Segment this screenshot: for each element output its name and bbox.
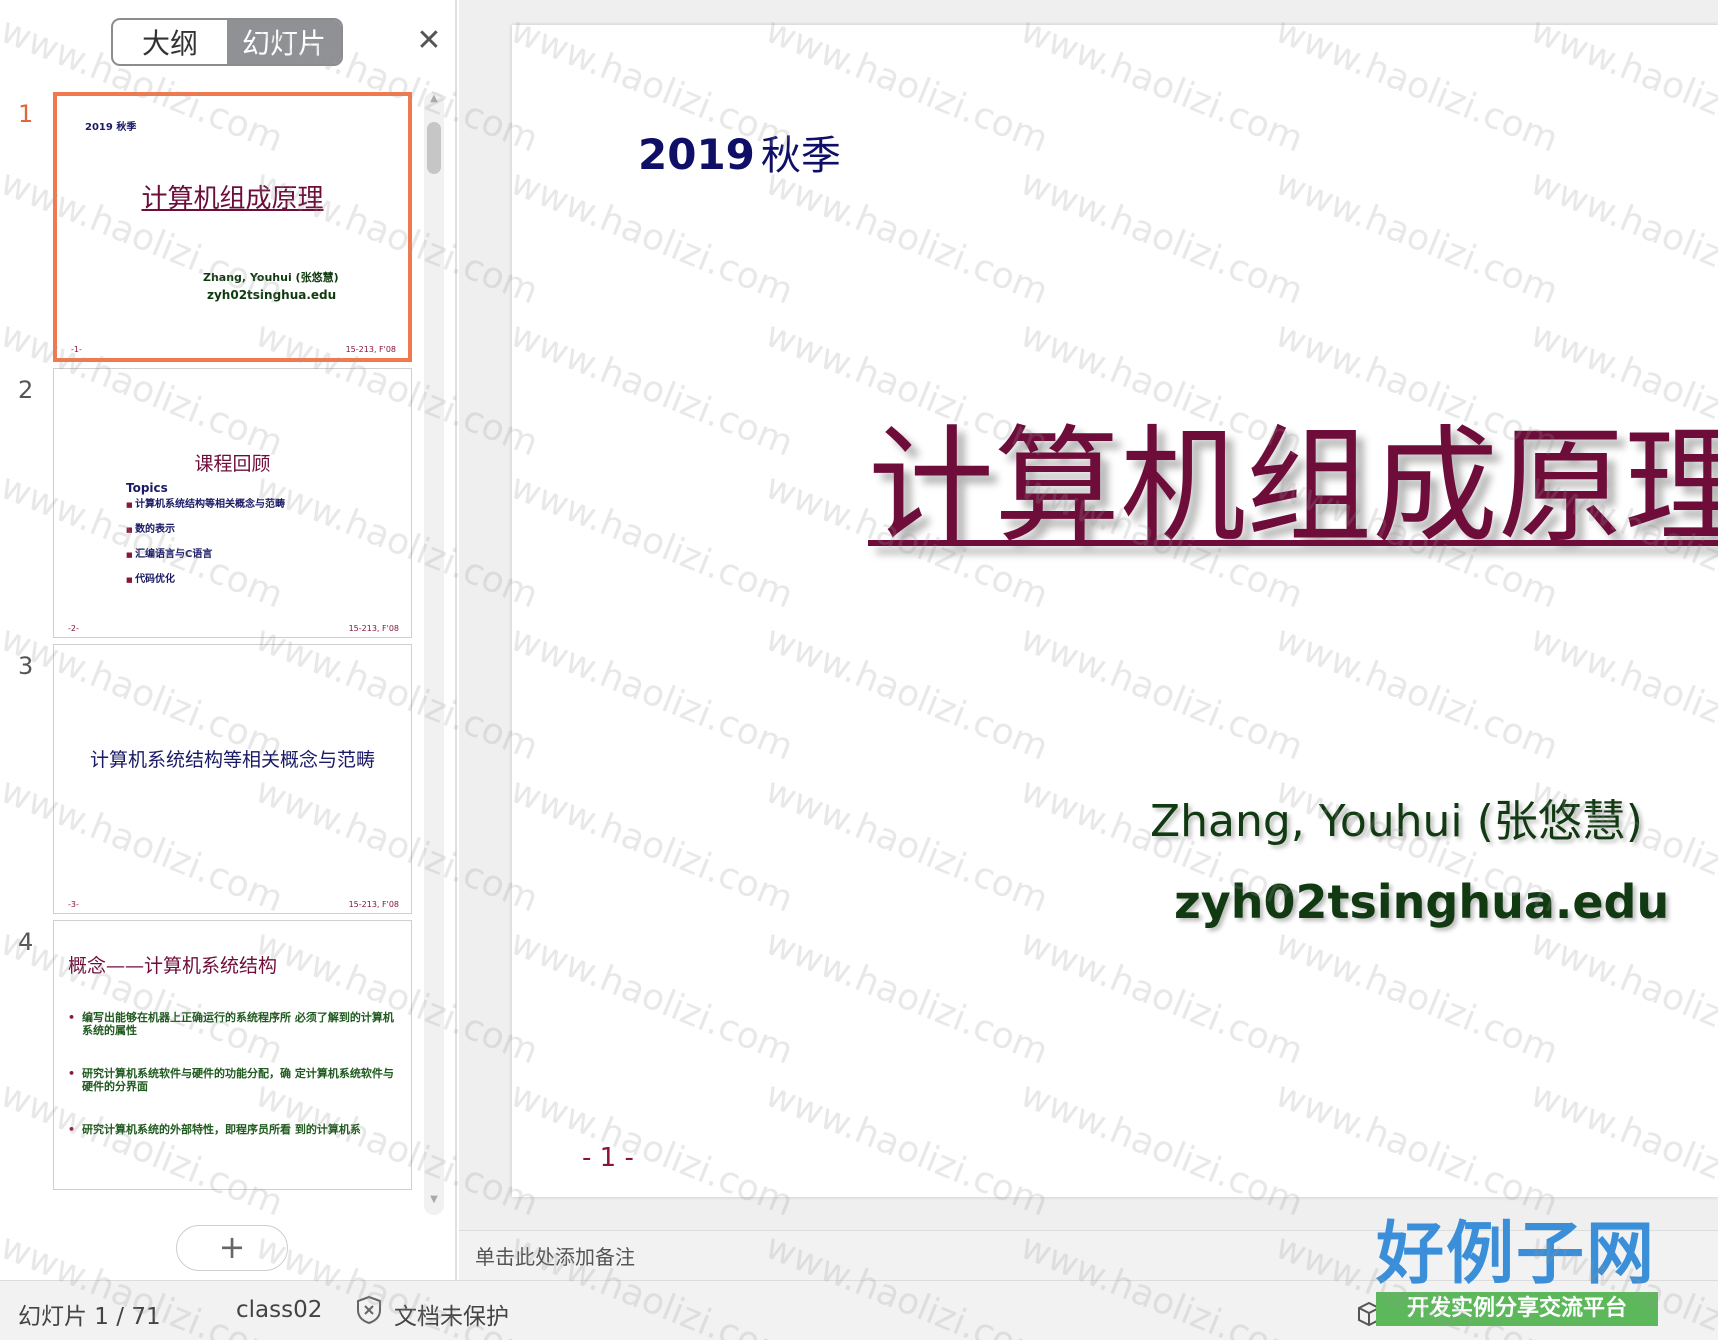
- thumb-email: zyh02tsinghua.edu: [207, 288, 337, 302]
- thumb-footer-page: -2-: [68, 624, 79, 633]
- thumb-title: 概念——计算机系统结构: [68, 955, 278, 977]
- thumbnail-number: 3: [18, 652, 34, 680]
- thumb-bullet-list: 编写出能够在机器上正确运行的系统程序所 必须了解到的计算机系统的属性 研究计算机…: [68, 1011, 397, 1179]
- document-name: class02: [236, 1297, 323, 1323]
- thumb-title: 计算机组成原理: [141, 184, 324, 214]
- thumb-topic-list: 计算机系统结构等相关概念与范畴 数的表示 汇编语言与C语言 代码优化: [126, 495, 285, 595]
- slide-thumbnail-3[interactable]: 计算机系统结构等相关概念与范畴 -3- 15-213, F'08: [53, 644, 412, 914]
- thumbnail-number: 2: [18, 376, 34, 404]
- slide-email: zyh02tsinghua.edu: [1174, 875, 1670, 929]
- thumbnail-row-2: 2 课程回顾 Topics 计算机系统结构等相关概念与范畴 数的表示 汇编语言与…: [0, 368, 420, 640]
- list-item: 数的表示: [126, 520, 285, 545]
- thumbnail-number: 4: [18, 928, 34, 956]
- list-item: 代码优化: [126, 570, 285, 595]
- slide-author: Zhang, Youhui (张悠慧): [1150, 796, 1643, 847]
- list-item: 研究计算机系统的外部特性，即程序员所看 到的计算机系: [68, 1123, 397, 1179]
- brand-logo: 好例子网 开发实例分享交流平台: [1376, 1218, 1666, 1326]
- list-item: 计算机系统结构等相关概念与范畴: [126, 495, 285, 520]
- scroll-up-arrow-icon[interactable]: ▲: [429, 94, 439, 104]
- thumbnail-list: 1 2019 秋季 计算机组成原理 Zhang, Youhui (张悠慧) zy…: [0, 92, 420, 1215]
- slide-year-number: 2019: [638, 130, 755, 179]
- thumbnail-scrollbar[interactable]: ▲ ▼: [424, 92, 444, 1215]
- slide-thumbnail-4[interactable]: 概念——计算机系统结构 编写出能够在机器上正确运行的系统程序所 必须了解到的计算…: [53, 920, 412, 1190]
- thumb-footer-course: 15-213, F'08: [345, 345, 396, 354]
- thumb-footer-course: 15-213, F'08: [348, 900, 399, 909]
- slide-thumbnail-2[interactable]: 课程回顾 Topics 计算机系统结构等相关概念与范畴 数的表示 汇编语言与C语…: [53, 368, 412, 638]
- thumb-author: Zhang, Youhui (张悠慧): [203, 271, 339, 284]
- list-item: 研究计算机系统软件与硬件的功能分配，确 定计算机系统软件与硬件的分界面: [68, 1067, 397, 1123]
- view-toggle: 大纲 幻灯片: [111, 18, 343, 66]
- tab-outline[interactable]: 大纲: [113, 20, 227, 64]
- brand-subtitle: 开发实例分享交流平台: [1376, 1292, 1658, 1326]
- thumb-topics-label: Topics: [126, 481, 168, 495]
- slide-counter: 幻灯片 1 / 71: [18, 1304, 161, 1330]
- slide-panel: 大纲 幻灯片 ✕ 1 2019 秋季 计算机组成原理 Zhang, Youhui…: [0, 0, 457, 1280]
- slide-editor: 2019 秋季 计算机组成原理 Zhang, Youhui (张悠慧) zyh02…: [459, 0, 1718, 1230]
- current-slide[interactable]: 2019 秋季 计算机组成原理 Zhang, Youhui (张悠慧) zyh02…: [512, 25, 1718, 1197]
- thumb-footer-page: -3-: [68, 900, 79, 909]
- shield-icon: [357, 1295, 381, 1325]
- slide-thumbnail-1[interactable]: 2019 秋季 计算机组成原理 Zhang, Youhui (张悠慧) zyh0…: [53, 92, 412, 362]
- notes-input[interactable]: 单击此处添加备注: [475, 1241, 635, 1270]
- list-item: 编写出能够在机器上正确运行的系统程序所 必须了解到的计算机系统的属性: [68, 1011, 397, 1067]
- slide-page-number: - 1 -: [582, 1143, 634, 1173]
- slide-season: 秋季: [760, 133, 841, 179]
- thumb-footer-course: 15-213, F'08: [348, 624, 399, 633]
- thumbnail-row-3: 3 计算机系统结构等相关概念与范畴 -3- 15-213, F'08: [0, 644, 420, 916]
- protection-status[interactable]: 文档未保护: [394, 1297, 509, 1331]
- close-icon[interactable]: ✕: [414, 26, 444, 56]
- add-slide-button[interactable]: +: [176, 1225, 288, 1271]
- scroll-thumb[interactable]: [427, 122, 441, 174]
- brand-title: 好例子网: [1376, 1214, 1657, 1294]
- thumb-title: 计算机系统结构等相关概念与范畴: [89, 749, 375, 771]
- thumb-title: 课程回顾: [194, 453, 271, 475]
- thumbnail-row-1: 1 2019 秋季 计算机组成原理 Zhang, Youhui (张悠慧) zy…: [0, 92, 420, 364]
- scroll-down-arrow-icon[interactable]: ▼: [429, 1195, 439, 1205]
- thumbnail-row-4: 4 概念——计算机系统结构 编写出能够在机器上正确运行的系统程序所 必须了解到的…: [0, 920, 420, 1192]
- thumbnail-number: 1: [18, 100, 34, 128]
- tab-slides[interactable]: 幻灯片: [227, 20, 341, 64]
- slide-title: 计算机组成原理: [868, 413, 1718, 560]
- thumb-year: 2019 秋季: [85, 122, 137, 133]
- slide-year: 2019 秋季: [638, 123, 841, 181]
- thumb-footer-page: -1-: [71, 345, 82, 354]
- list-item: 汇编语言与C语言: [126, 545, 285, 570]
